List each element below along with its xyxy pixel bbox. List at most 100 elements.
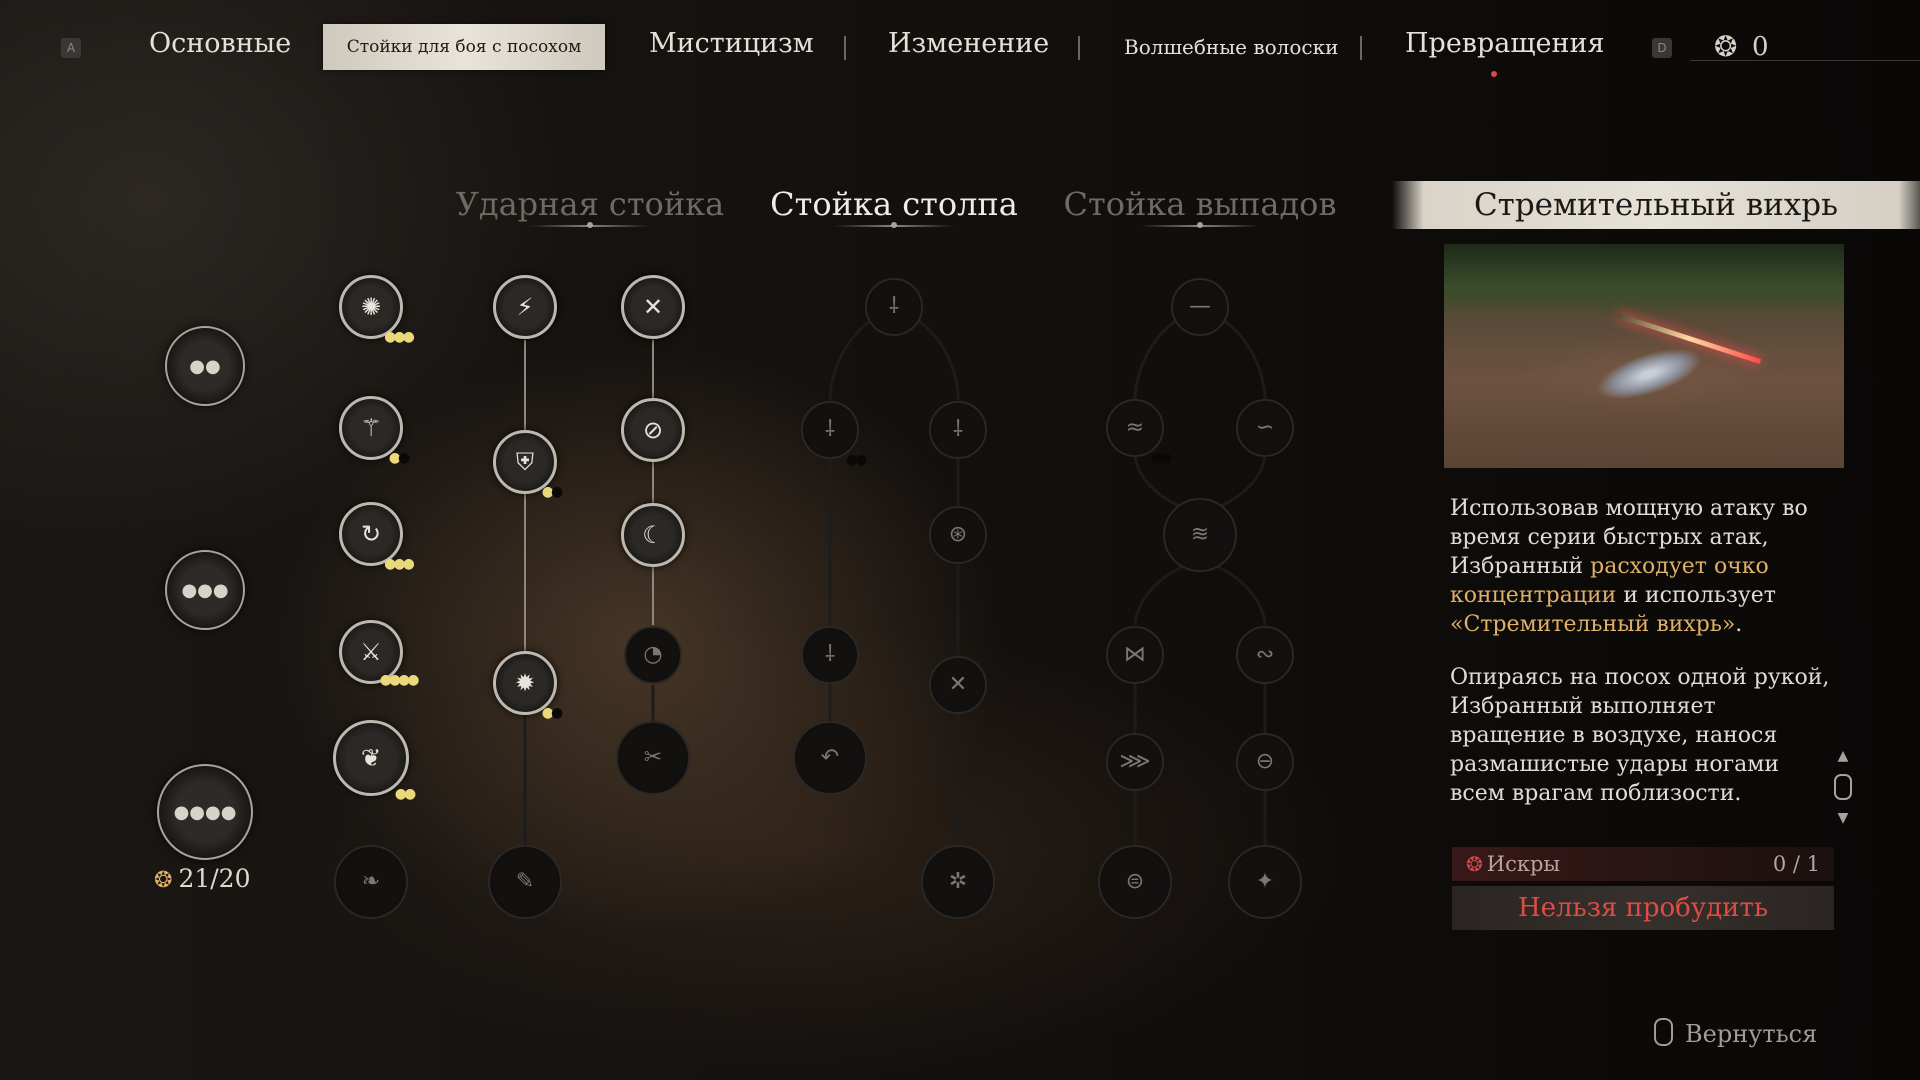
upgrade-pips: ●●: [1150, 450, 1173, 466]
upgrade-pips: ●●●●: [379, 672, 420, 688]
skill-node-locked[interactable]: —: [1171, 278, 1229, 336]
skill-node-locked[interactable]: ❧: [334, 845, 408, 919]
skill-node[interactable]: ⚡: [493, 275, 557, 339]
skill-node[interactable]: ☾: [621, 503, 685, 567]
skill-node-locked[interactable]: ≋: [1163, 498, 1237, 572]
skill-icon: ☾: [642, 521, 664, 549]
skill-icon: ❧: [361, 869, 381, 894]
skill-node-locked[interactable]: ⸸: [801, 401, 859, 459]
skill-node-locked[interactable]: ⊜: [1098, 845, 1172, 919]
skill-icon: ✹: [514, 669, 536, 697]
upgrade-pips: ●●●: [384, 556, 415, 572]
spark-icon: ❂: [1466, 852, 1483, 876]
skill-icon: ⋙: [1119, 749, 1151, 774]
mouse-wheel-icon: [1834, 774, 1852, 800]
mouse-icon: [1654, 1018, 1673, 1046]
skill-icon: ❦: [360, 744, 382, 772]
skill-description: Использовав мощную атаку во время серии …: [1450, 494, 1830, 832]
skill-node-locked[interactable]: ≈: [1106, 399, 1164, 457]
skill-icon: ⚡: [516, 293, 534, 321]
tier-dots-icon: ●●●●: [173, 801, 237, 823]
upgrade-pips: ●●: [845, 452, 868, 468]
sparks-counter: ❂ 21/20: [154, 864, 250, 893]
skill-icon: ∾: [1255, 642, 1275, 667]
desc-text: и использует: [1616, 583, 1776, 608]
upgrade-pips: ●●: [541, 705, 564, 721]
requirement-value: 0 / 1: [1772, 852, 1820, 876]
scroll-up-icon[interactable]: ▲: [1830, 748, 1856, 764]
skill-node[interactable]: ✕: [621, 275, 685, 339]
skill-icon: ⸸: [952, 417, 964, 442]
upgrade-pips: ●●: [394, 786, 417, 802]
back-button[interactable]: Вернуться: [1654, 1018, 1817, 1048]
skill-node[interactable]: ❦: [333, 720, 409, 796]
skill-icon: ✦: [1255, 869, 1275, 894]
skill-node-locked[interactable]: ✎: [488, 845, 562, 919]
skill-icon: ⊛: [948, 522, 968, 547]
tier-emblem-1: ●●: [165, 326, 245, 406]
skill-icon: ∽: [1255, 415, 1275, 440]
skill-icon: ⛨: [516, 448, 534, 476]
skill-icon: ⋈: [1124, 642, 1146, 667]
requirement-label: ❂ Искры: [1466, 852, 1560, 876]
skill-icon: ✕: [948, 672, 968, 697]
skill-icon: ↶: [820, 745, 840, 770]
skill-node-locked[interactable]: ◔: [624, 626, 682, 684]
back-label: Вернуться: [1685, 1020, 1818, 1048]
skill-icon: ⸸: [824, 642, 836, 667]
skill-node-locked[interactable]: ✦: [1228, 845, 1302, 919]
skill-icon: ⊘: [642, 416, 664, 444]
description-paragraph-1: Использовав мощную атаку во время серии …: [1450, 494, 1830, 639]
tier-dots-icon: ●●●: [181, 579, 229, 601]
skill-node-locked[interactable]: ⋈: [1106, 626, 1164, 684]
skill-icon: ≋: [1190, 522, 1210, 547]
description-paragraph-2: Опираясь на посох одной рукой, Избранный…: [1450, 665, 1830, 806]
skill-icon: ✺: [360, 293, 382, 321]
skill-node-locked[interactable]: ⸸: [865, 278, 923, 336]
skill-icon: ⸸: [824, 417, 836, 442]
skill-icon: ✕: [642, 293, 664, 321]
skill-icon: ✲: [948, 869, 968, 894]
upgrade-pips: ●●: [541, 484, 564, 500]
skill-node-locked[interactable]: ⊛: [929, 506, 987, 564]
spark-icon: ❂: [154, 868, 173, 893]
skill-icon: —: [1189, 294, 1211, 319]
tier-emblem-2: ●●●: [165, 550, 245, 630]
skill-icon: ◔: [643, 642, 663, 667]
skill-icon: ⚔: [360, 638, 382, 666]
skill-icon: ⊖: [1255, 749, 1275, 774]
skill-icon: ↻: [360, 520, 382, 548]
skill-icon: ⸸: [888, 294, 900, 319]
upgrade-pips: ●●●: [384, 329, 415, 345]
upgrade-pips: ●●: [388, 450, 411, 466]
skill-node-locked[interactable]: ✲: [921, 845, 995, 919]
awaken-button[interactable]: Нельзя пробудить: [1452, 886, 1834, 930]
skill-icon: ⚚: [360, 414, 382, 442]
requirement-label-text: Искры: [1486, 852, 1561, 876]
skill-icon: ✎: [515, 869, 535, 894]
desc-highlight: «Стремительный вихрь»: [1450, 612, 1736, 637]
skill-icon: ⊜: [1125, 869, 1145, 894]
sparks-counter-value: 21/20: [178, 864, 251, 893]
tier-emblem-3: ●●●●: [157, 764, 253, 860]
tier-dots-icon: ●●: [189, 355, 221, 377]
skill-node-locked[interactable]: ∾: [1236, 626, 1294, 684]
skill-node-locked[interactable]: ⸸: [929, 401, 987, 459]
desc-text: .: [1735, 612, 1743, 637]
skill-node-locked[interactable]: ∽: [1236, 399, 1294, 457]
skill-node-locked[interactable]: ↶: [793, 721, 867, 795]
skill-node[interactable]: ⊘: [621, 398, 685, 462]
skill-icon: ≈: [1125, 415, 1145, 440]
spark-requirement: ❂ Искры 0 / 1: [1452, 847, 1834, 881]
scroll-down-icon[interactable]: ▼: [1830, 810, 1856, 826]
skill-icon: ✂: [643, 745, 663, 770]
preview-figure: [1590, 337, 1708, 411]
preview-forest: [1444, 244, 1844, 314]
scroll-indicator[interactable]: ▲ ▼: [1830, 748, 1856, 844]
skill-node-locked[interactable]: ✕: [929, 656, 987, 714]
skill-node-locked[interactable]: ⋙: [1106, 733, 1164, 791]
skill-node-locked[interactable]: ⊖: [1236, 733, 1294, 791]
skill-title: Стремительный вихрь: [1392, 181, 1920, 229]
skill-node-locked[interactable]: ⸸: [801, 626, 859, 684]
skill-node-locked[interactable]: ✂: [616, 721, 690, 795]
